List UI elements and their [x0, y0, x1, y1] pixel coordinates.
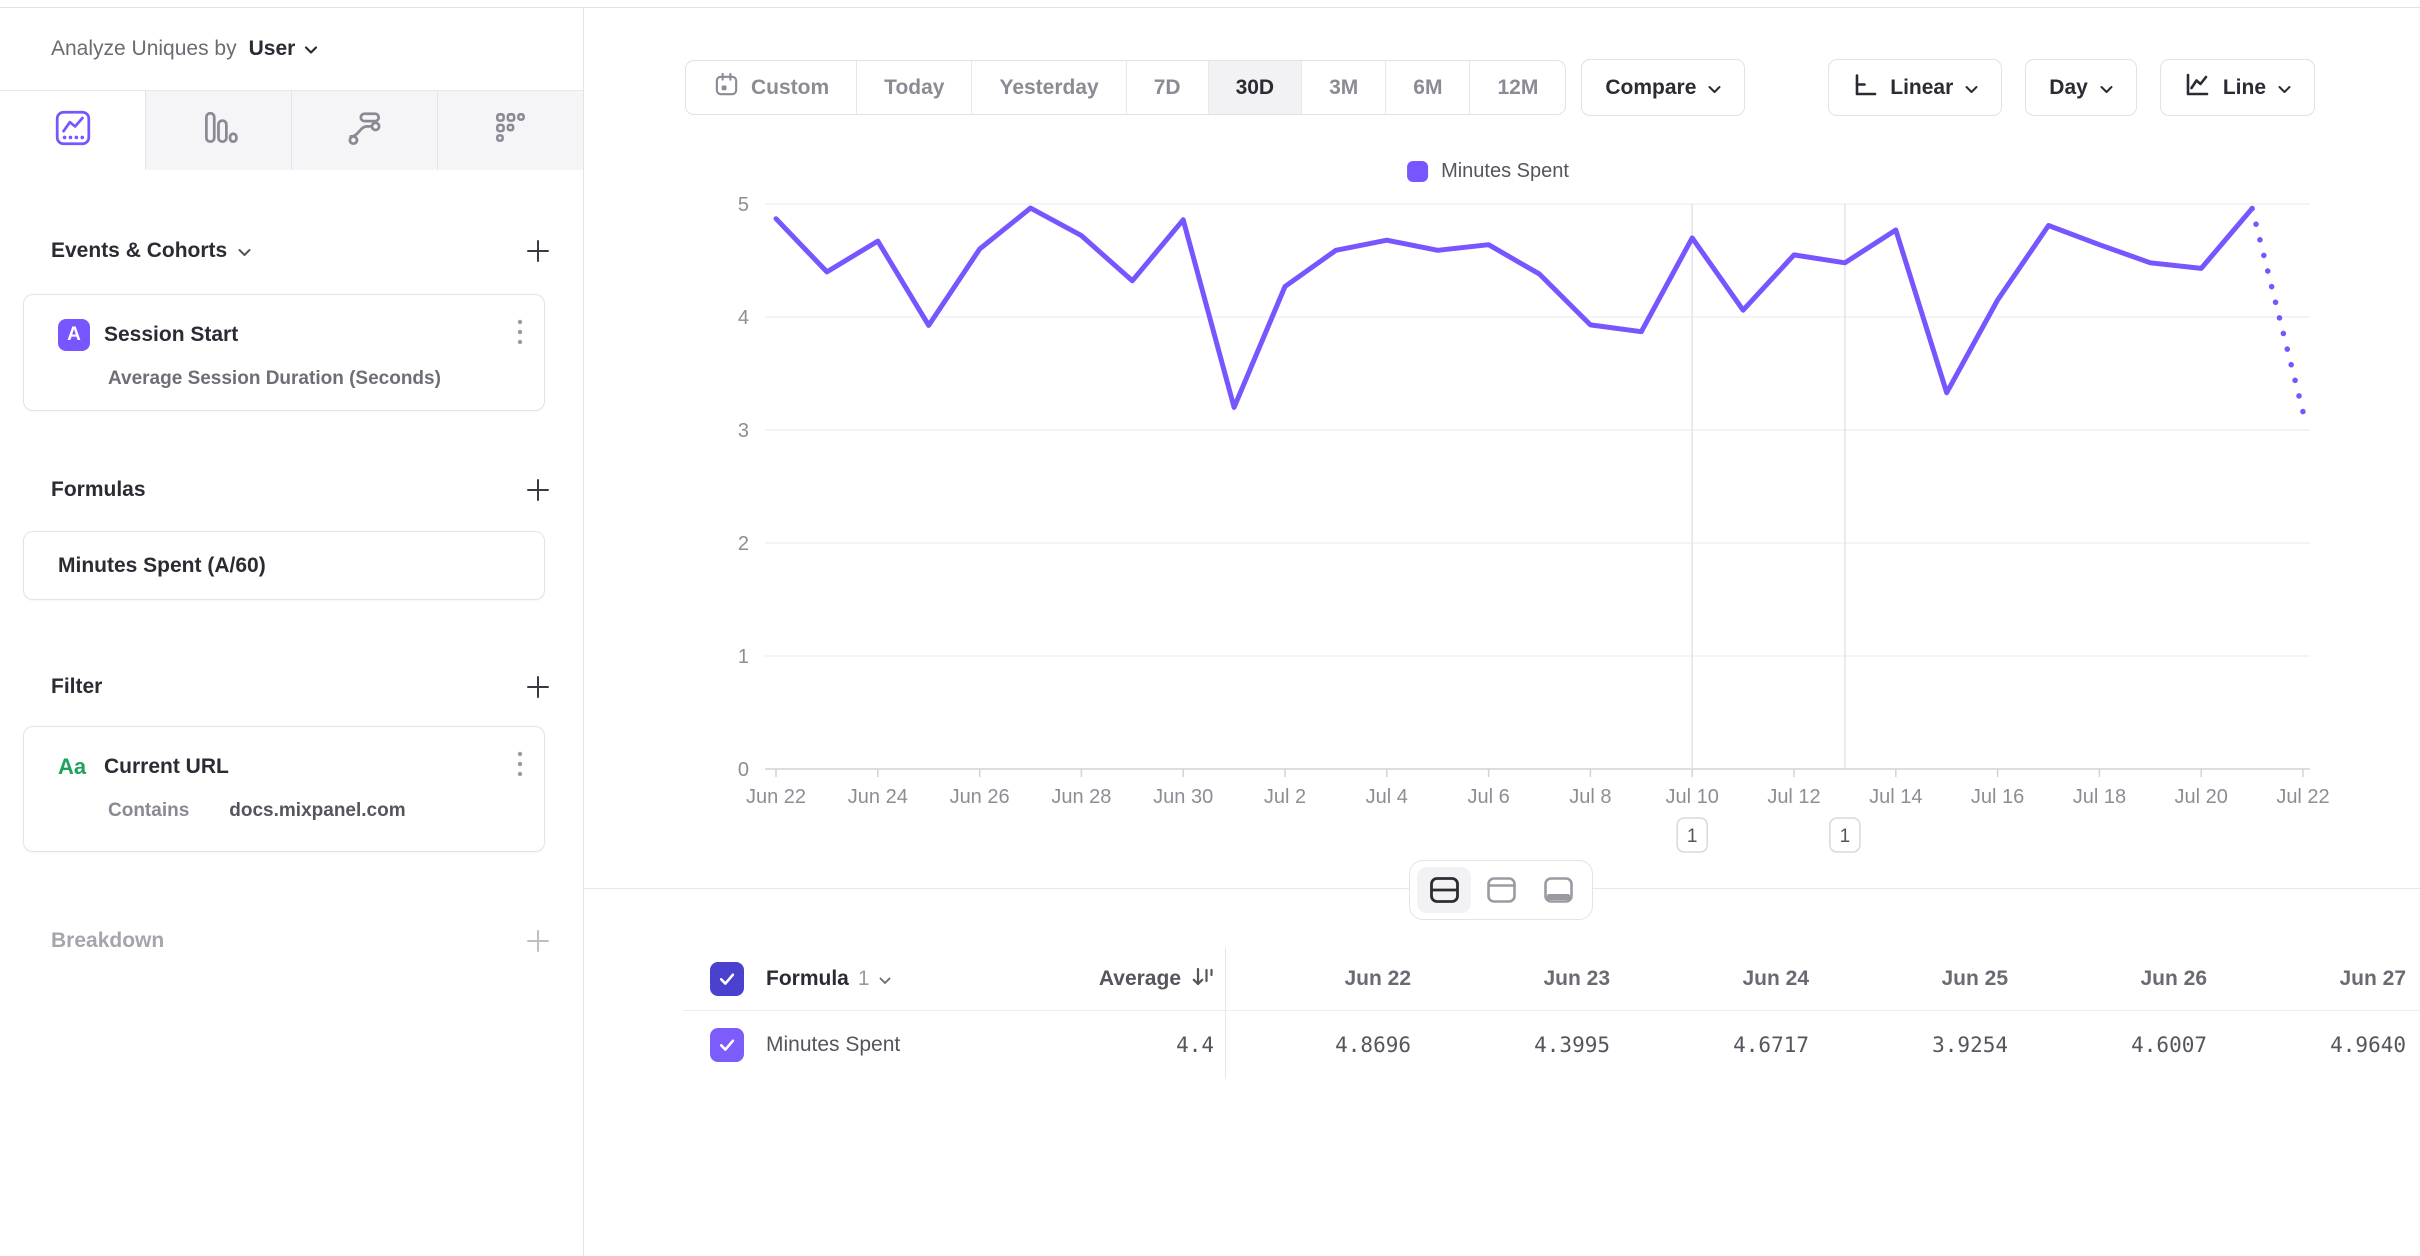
- series-checkbox[interactable]: [710, 1028, 744, 1062]
- chevron-down-icon: [879, 967, 891, 991]
- table-date-columns-row: 4.8696 4.3995 4.6717 3.9254 4.6007 4.964…: [1225, 1011, 2420, 1079]
- sort-descending-icon[interactable]: [1191, 965, 1214, 994]
- chevron-down-icon: [238, 239, 251, 263]
- flows-icon: [345, 108, 385, 153]
- filter-section-header: Filter: [51, 672, 553, 702]
- x-axis-label: Jun 26: [950, 786, 1010, 808]
- x-axis-label: Jul 18: [2073, 786, 2126, 808]
- table-date-columns-header: Jun 22 Jun 23 Jun 24 Jun 25 Jun 26 Jun 2…: [1225, 948, 2420, 1010]
- x-axis-label: Jun 30: [1153, 786, 1213, 808]
- x-axis-label: Jul 6: [1467, 786, 1509, 808]
- y-axis-label: 4: [738, 307, 749, 329]
- cell-value: 4.8696: [1226, 1033, 1425, 1057]
- filter-value[interactable]: docs.mixpanel.com: [229, 800, 405, 822]
- breakdown-section-title: Breakdown: [51, 929, 164, 953]
- x-axis-label: Jun 24: [848, 786, 908, 808]
- series-a-badge: A: [58, 319, 90, 351]
- add-formula-button[interactable]: [523, 475, 553, 505]
- x-axis-label: Jul 16: [1971, 786, 2024, 808]
- x-axis-label: Jul 2: [1264, 786, 1306, 808]
- event-name: Session Start: [104, 323, 500, 347]
- select-all-checkbox[interactable]: [710, 962, 744, 996]
- add-filter-button[interactable]: [523, 672, 553, 702]
- results-table: Formula 1 Average Jun 22 Jun 23 Jun 24 J…: [584, 948, 2420, 1079]
- filter-card[interactable]: Aa Current URL Contains docs.mixpanel.co…: [23, 726, 545, 852]
- y-axis-label: 0: [738, 759, 749, 781]
- x-axis-label: Jul 8: [1569, 786, 1611, 808]
- cell-value: 4.6717: [1624, 1033, 1823, 1057]
- add-event-button[interactable]: [523, 236, 553, 266]
- analyze-by-dropdown[interactable]: User: [249, 37, 319, 61]
- series-name: Minutes Spent: [766, 1033, 900, 1057]
- query-sidebar: Analyze Uniques by User Events & Cohorts…: [0, 8, 584, 1256]
- x-axis-label: Jul 22: [2276, 786, 2329, 808]
- filter-operator[interactable]: Contains: [108, 800, 189, 822]
- insights-icon: [53, 108, 93, 153]
- y-axis-label: 3: [738, 420, 749, 442]
- formula-column-header[interactable]: Formula 1: [766, 967, 891, 991]
- x-axis-label: Jul 10: [1666, 786, 1719, 808]
- annotation-count: 1: [1840, 826, 1851, 847]
- tab-insights[interactable]: [0, 91, 146, 170]
- formulas-section-title: Formulas: [51, 478, 146, 502]
- annotation-count: 1: [1687, 826, 1698, 847]
- event-card[interactable]: A Session Start Average Session Duration…: [23, 294, 545, 411]
- x-axis-label: Jun 22: [746, 786, 806, 808]
- y-axis-label: 5: [738, 194, 749, 216]
- x-axis-label: Jul 12: [1767, 786, 1820, 808]
- tab-flows[interactable]: [292, 91, 438, 170]
- top-border: [0, 7, 2420, 8]
- cell-value: 3.9254: [1823, 1033, 2022, 1057]
- event-aggregation[interactable]: Average Session Duration (Seconds): [24, 354, 544, 390]
- kebab-menu-icon[interactable]: [514, 315, 526, 354]
- y-axis-label: 1: [738, 646, 749, 668]
- date-column-header: Jun 26: [2022, 967, 2221, 991]
- series-line-incomplete: [2252, 209, 2303, 412]
- events-section-header: Events & Cohorts: [51, 236, 553, 266]
- x-axis-label: Jul 20: [2175, 786, 2228, 808]
- date-column-header: Jun 27: [2221, 967, 2420, 991]
- date-column-header: Jun 25: [1823, 967, 2022, 991]
- average-column-header[interactable]: Average: [1099, 967, 1181, 991]
- formulas-section-header: Formulas: [51, 475, 553, 505]
- analyze-label: Analyze Uniques by: [51, 37, 237, 61]
- y-axis-label: 2: [738, 533, 749, 555]
- formula-expression: Minutes Spent (A/60): [58, 554, 266, 578]
- cell-value: 4.9640: [2221, 1033, 2420, 1057]
- text-property-icon: Aa: [54, 751, 90, 783]
- tab-retention[interactable]: [438, 91, 583, 170]
- x-axis-label: Jul 4: [1366, 786, 1408, 808]
- layout-toggle: [1409, 860, 1593, 920]
- report-type-tabs: [0, 90, 583, 170]
- x-axis-label: Jul 14: [1869, 786, 1922, 808]
- filter-section-title: Filter: [51, 675, 102, 699]
- breakdown-section-header: Breakdown: [51, 926, 553, 956]
- analyze-header: Analyze Uniques by User: [0, 8, 583, 90]
- table-header-row: Formula 1 Average Jun 22 Jun 23 Jun 24 J…: [584, 948, 2420, 1010]
- date-column-header: Jun 23: [1425, 967, 1624, 991]
- cell-value: 4.6007: [2022, 1033, 2221, 1057]
- events-section-title[interactable]: Events & Cohorts: [51, 239, 251, 263]
- funnels-icon: [199, 108, 239, 153]
- date-column-header: Jun 24: [1624, 967, 1823, 991]
- x-axis-label: Jun 28: [1051, 786, 1111, 808]
- table-row: Minutes Spent 4.4 4.8696 4.3995 4.6717 3…: [584, 1011, 2420, 1079]
- add-breakdown-button[interactable]: [523, 926, 553, 956]
- report-main: Custom Today Yesterday 7D 30D 3M 6M 12M …: [584, 0, 2420, 1256]
- line-chart: 0 1 2 3 4 5 1 1 Jun 22 Jun 24 Jun 26 Jun 28 Jun 30 Ju…: [584, 0, 2420, 880]
- retention-icon: [491, 108, 531, 153]
- average-value: 4.4: [1176, 1033, 1214, 1057]
- series-line: [776, 208, 2252, 407]
- chevron-down-icon: [304, 37, 318, 61]
- date-column-header: Jun 22: [1226, 967, 1425, 991]
- analyze-by-value: User: [249, 37, 296, 61]
- kebab-menu-icon[interactable]: [514, 747, 526, 786]
- tab-funnels[interactable]: [146, 91, 292, 170]
- layout-chart-only-button[interactable]: [1474, 867, 1528, 913]
- cell-value: 4.3995: [1425, 1033, 1624, 1057]
- layout-split-button[interactable]: [1417, 867, 1471, 913]
- filter-property-name: Current URL: [104, 755, 500, 779]
- layout-table-only-button[interactable]: [1531, 867, 1585, 913]
- formula-card[interactable]: Minutes Spent (A/60): [23, 531, 545, 600]
